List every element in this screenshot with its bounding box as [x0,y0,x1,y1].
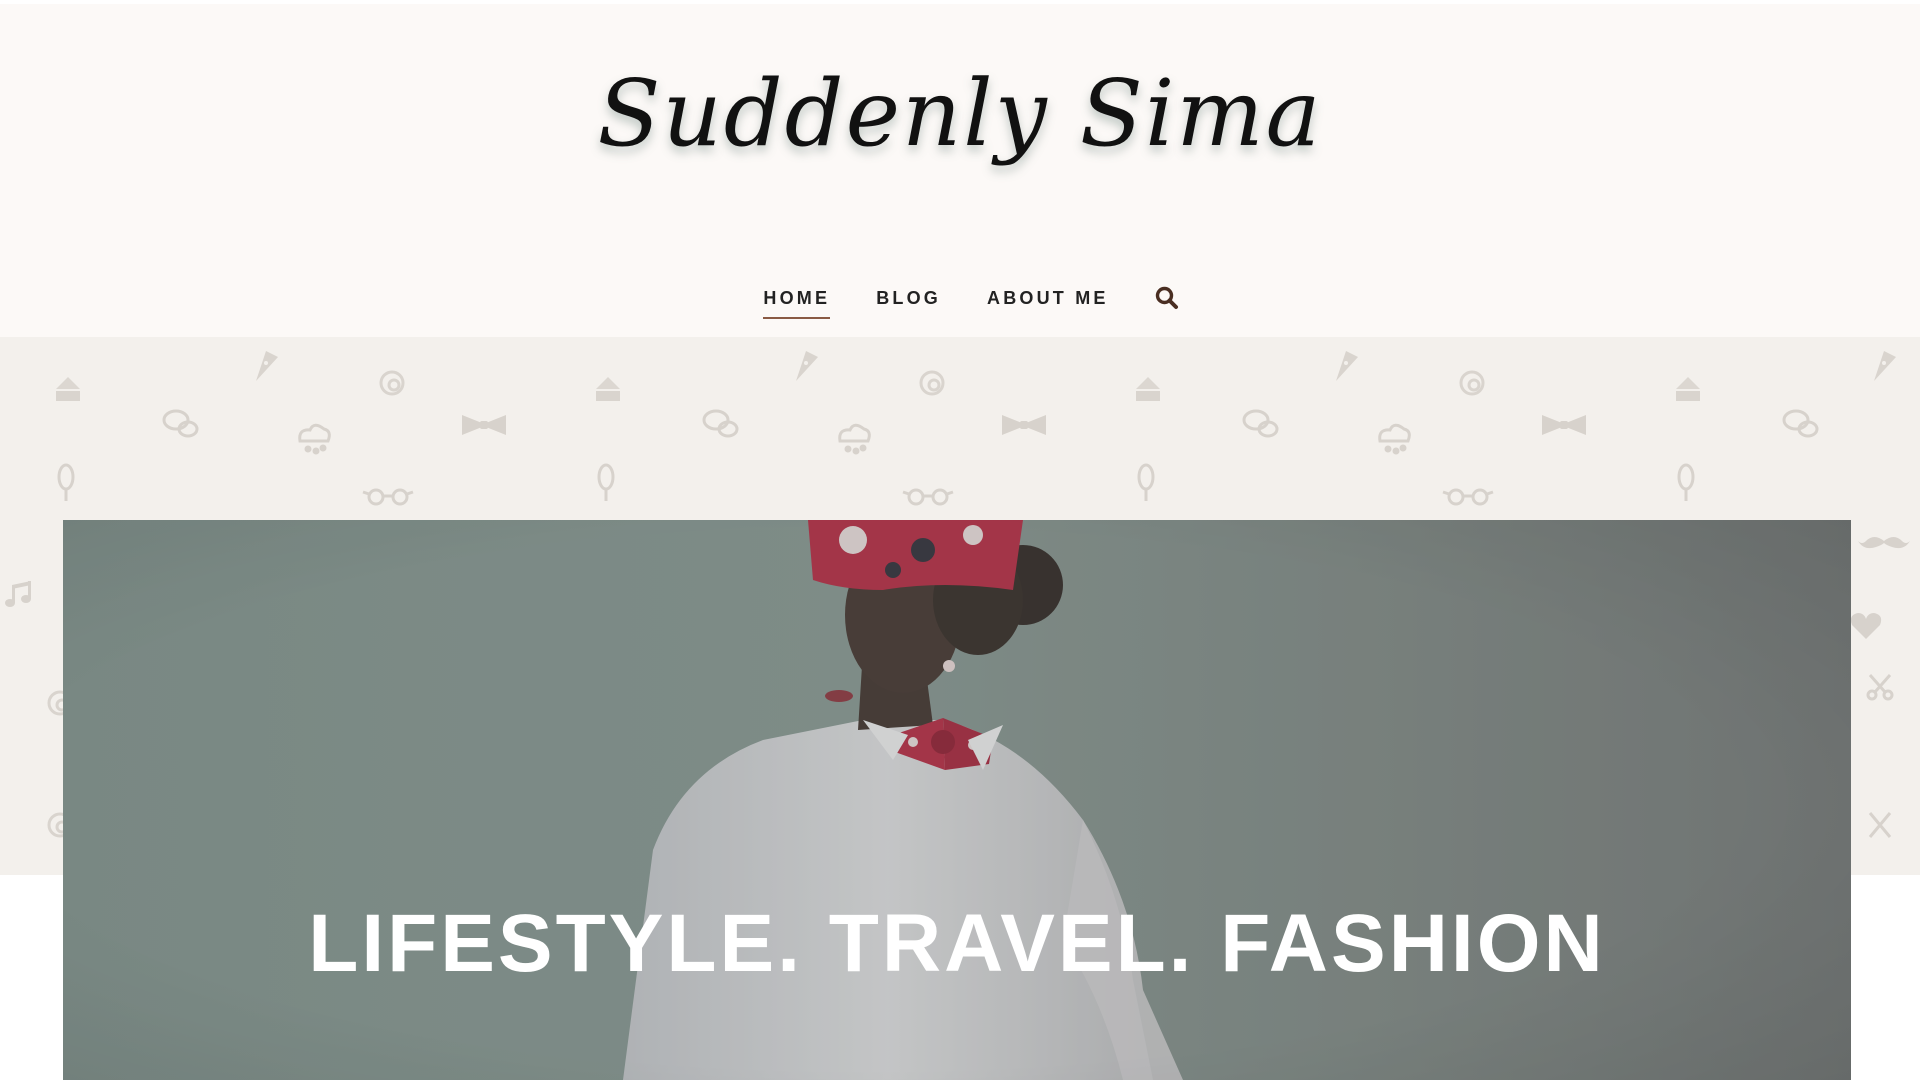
page: Suddenly Sima HOME BLOG ABOUT ME LIFESTY… [0,0,1920,1080]
pattern-row-1 [54,351,1896,403]
nav-item-about-me[interactable]: ABOUT ME [987,288,1109,317]
main-nav: HOME BLOG ABOUT ME [0,285,1920,328]
hero-photo [63,520,1851,1080]
search-icon[interactable] [1154,285,1180,311]
site-header: Suddenly Sima HOME BLOG ABOUT ME [0,4,1920,337]
hero-banner[interactable]: LIFESTYLE. TRAVEL. FASHION [63,520,1851,1080]
nav-item-blog[interactable]: BLOG [876,288,941,317]
pattern-row-2 [162,409,1819,438]
pattern-row-4 [57,463,1695,506]
site-logo[interactable]: Suddenly Sima [0,60,1920,167]
nav-item-home[interactable]: HOME [763,288,831,319]
hero-title: LIFESTYLE. TRAVEL. FASHION [308,897,1606,989]
